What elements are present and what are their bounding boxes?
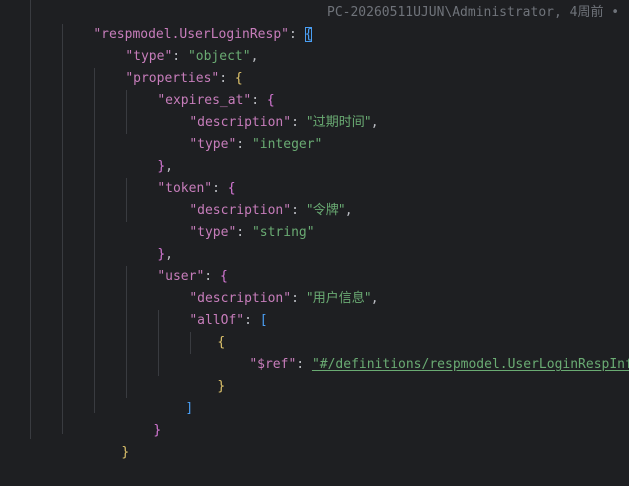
indent-guide (94, 68, 95, 413)
code-line[interactable]: "type": "object", (94, 24, 258, 64)
colon: : (236, 225, 252, 240)
json-string-value: "用户信息" (306, 291, 371, 306)
code-line[interactable]: "allOf": [ (158, 288, 267, 328)
code-line[interactable]: } (186, 354, 225, 394)
code-line[interactable]: { (186, 310, 225, 350)
code-line[interactable]: "expires_at": { (126, 68, 274, 108)
colon: : (296, 357, 312, 372)
close-brace: } (153, 423, 162, 438)
ref-link[interactable]: "#/definitions/respmodel.UserLoginRespIn… (312, 357, 629, 372)
code-line[interactable]: "respmodel.UserLoginResp": { (62, 2, 313, 42)
indent-guide (62, 24, 63, 434)
colon: : (288, 27, 305, 42)
comma: , (370, 115, 379, 130)
indent-guide (30, 0, 31, 439)
json-key: "$ref" (249, 357, 297, 372)
open-brace: { (304, 27, 313, 42)
close-brace: } (217, 379, 226, 394)
open-bracket: [ (259, 313, 268, 328)
json-string-value: "integer" (251, 137, 323, 152)
code-line[interactable]: "$ref": "#/definitions/respmodel.UserLog… (218, 332, 629, 372)
code-line[interactable]: "type": "string" (158, 200, 314, 240)
code-line[interactable]: "properties": { (94, 46, 242, 86)
json-key: "type" (189, 137, 237, 152)
comma: , (250, 49, 259, 64)
comma: , (344, 203, 353, 218)
git-blame-annotation[interactable]: PC-20260511UJUN\Administrator, 4周前 • (327, 2, 619, 24)
code-line[interactable]: "type": "integer" (158, 112, 322, 152)
code-line[interactable]: }, (126, 222, 173, 262)
close-brace: } (121, 445, 130, 460)
json-string-value: "string" (251, 225, 315, 240)
code-line[interactable]: ] (154, 376, 193, 416)
code-line[interactable]: "description": "用户信息", (158, 266, 378, 306)
close-bracket: ] (185, 401, 194, 416)
code-line[interactable]: "description": "过期时间", (158, 90, 378, 130)
code-editor[interactable]: "respmodel.UserLoginResp": { PC-20260511… (0, 0, 629, 460)
code-line[interactable]: "description": "令牌", (158, 178, 352, 218)
code-line[interactable]: }, (126, 134, 173, 174)
colon: : (244, 313, 260, 328)
colon: : (291, 291, 307, 306)
colon: : (236, 137, 252, 152)
code-line[interactable]: "token": { (126, 156, 235, 196)
code-line[interactable]: } (122, 398, 161, 438)
code-line[interactable]: "user": { (126, 244, 227, 284)
json-key: "type" (189, 225, 237, 240)
comma: , (370, 291, 379, 306)
